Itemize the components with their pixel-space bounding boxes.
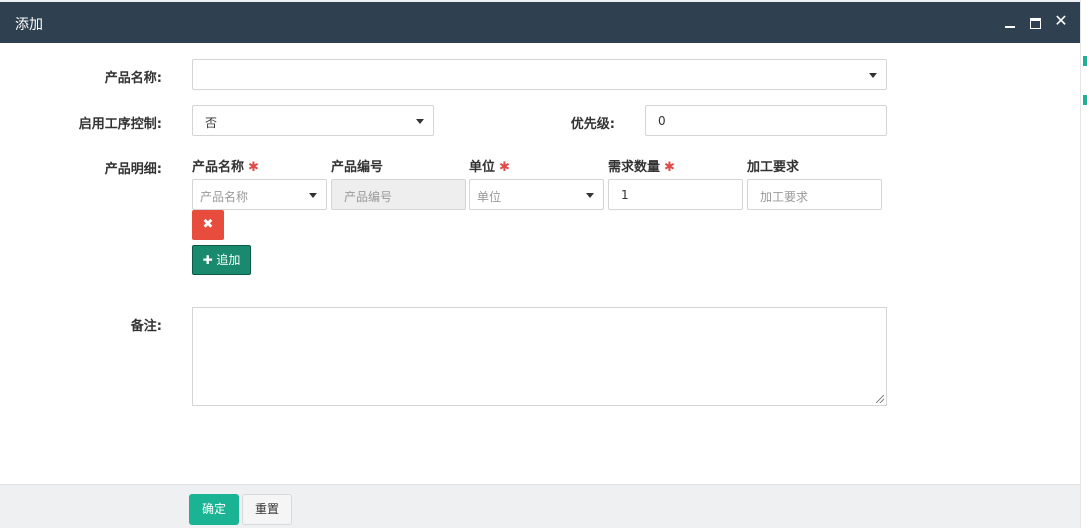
row-quantity-input[interactable]: 1 bbox=[608, 179, 743, 210]
remove-row-button[interactable]: ✖ bbox=[192, 210, 224, 240]
resize-handle-icon[interactable] bbox=[876, 395, 884, 403]
column-header-processing: 加工要求 bbox=[747, 156, 799, 175]
confirm-button[interactable]: 确定 bbox=[189, 494, 239, 525]
column-label: 产品名称 bbox=[192, 160, 245, 175]
priority-label: 优先级: bbox=[570, 117, 615, 132]
dialog-titlebar: 添加 ✕ bbox=[0, 0, 1080, 43]
row-unit-placeholder: 单位 bbox=[477, 190, 502, 204]
chevron-down-icon bbox=[416, 119, 424, 124]
process-control-value: 否 bbox=[205, 116, 218, 130]
background-marker bbox=[1083, 56, 1087, 66]
required-icon: ✱ bbox=[248, 160, 259, 175]
column-header-quantity: 需求数量 ✱ bbox=[608, 156, 675, 175]
add-dialog: 添加 ✕ 产品名称: 启用工序控制: 否 优先级: 0 产品明细: 产品名称 ✱ … bbox=[0, 0, 1080, 528]
row-processing-placeholder: 加工要求 bbox=[760, 190, 809, 204]
row-quantity-value: 1 bbox=[621, 188, 629, 202]
required-icon: ✱ bbox=[664, 160, 675, 175]
remarks-label: 备注: bbox=[130, 319, 162, 334]
close-icon[interactable]: ✕ bbox=[1053, 13, 1069, 29]
dialog-footer: 确定 重置 bbox=[0, 484, 1080, 528]
column-label: 加工要求 bbox=[747, 160, 800, 175]
minimize-icon[interactable] bbox=[1002, 14, 1018, 30]
column-label: 需求数量 bbox=[608, 160, 661, 175]
dialog-title: 添加 bbox=[15, 17, 43, 33]
remove-icon: ✖ bbox=[202, 217, 214, 232]
row-product-name-placeholder: 产品名称 bbox=[200, 190, 249, 204]
row-product-code-placeholder: 产品编号 bbox=[344, 190, 393, 204]
row-unit-select[interactable]: 单位 bbox=[469, 179, 604, 210]
process-control-label: 启用工序控制: bbox=[78, 117, 162, 132]
priority-value: 0 bbox=[658, 114, 666, 128]
remarks-textarea[interactable] bbox=[192, 307, 887, 406]
chevron-down-icon bbox=[586, 193, 594, 198]
row-processing-input[interactable]: 加工要求 bbox=[747, 179, 882, 210]
product-name-select[interactable] bbox=[192, 59, 887, 90]
column-header-product-code: 产品编号 bbox=[331, 156, 383, 175]
row-product-name-select[interactable]: 产品名称 bbox=[192, 179, 327, 210]
column-label: 单位 bbox=[469, 160, 496, 175]
chevron-down-icon bbox=[309, 193, 317, 198]
required-icon: ✱ bbox=[499, 160, 510, 175]
background-page-edge bbox=[1080, 0, 1087, 528]
column-label: 产品编号 bbox=[331, 160, 384, 175]
maximize-icon[interactable] bbox=[1028, 14, 1044, 30]
priority-input[interactable]: 0 bbox=[645, 105, 887, 136]
row-product-code-input: 产品编号 bbox=[331, 179, 466, 210]
column-header-unit: 单位 ✱ bbox=[469, 156, 510, 175]
column-header-product-name: 产品名称 ✱ bbox=[192, 156, 259, 175]
process-control-select[interactable]: 否 bbox=[192, 105, 434, 136]
product-details-label: 产品明细: bbox=[104, 162, 162, 177]
background-marker bbox=[1083, 95, 1087, 105]
chevron-down-icon bbox=[869, 73, 877, 78]
product-name-label: 产品名称: bbox=[104, 71, 162, 86]
add-row-button[interactable]: ✚ 追加 bbox=[192, 245, 251, 275]
reset-button[interactable]: 重置 bbox=[242, 494, 292, 525]
